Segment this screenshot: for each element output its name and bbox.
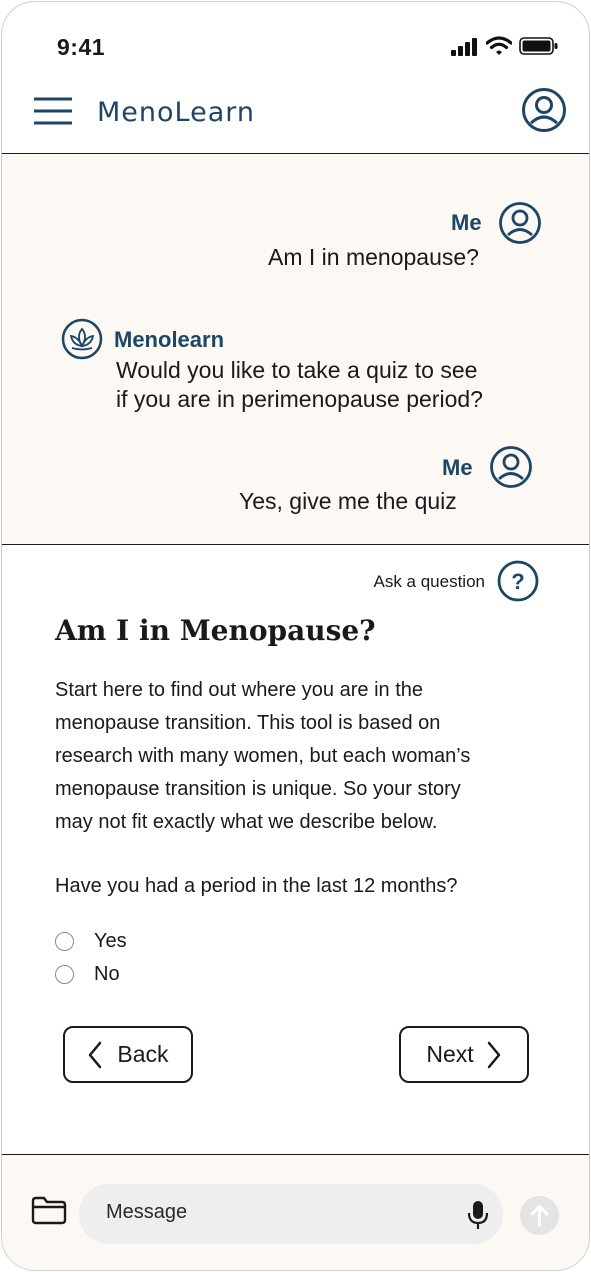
user-avatar-icon xyxy=(490,446,532,488)
ask-question-label[interactable]: Ask a question xyxy=(373,572,485,592)
radio-no[interactable] xyxy=(55,964,74,984)
user-avatar-icon xyxy=(499,202,541,244)
description-line: menopause transition. This tool is based… xyxy=(55,712,441,734)
status-icons xyxy=(451,36,561,58)
send-button[interactable] xyxy=(520,1196,559,1235)
quiz-description: Start here to find out where you are in … xyxy=(55,674,535,839)
chat-history: Me Am I in menopause? Menolearn Would yo… xyxy=(2,154,589,545)
attach-button[interactable] xyxy=(31,1195,67,1227)
status-bar: 9:41 xyxy=(2,2,589,82)
description-line: may not fit exactly what we describe bel… xyxy=(55,811,438,833)
phone-frame: 9:41 MenoLearn Me Am I in menopause? Men… xyxy=(1,1,590,1271)
option-label: No xyxy=(94,962,120,985)
message-input[interactable]: Message xyxy=(79,1184,503,1244)
option-label: Yes xyxy=(94,929,127,952)
folder-icon xyxy=(31,1196,67,1225)
quiz-panel: Ask a question ? Am I in Menopause? Star… xyxy=(2,546,589,1155)
chevron-right-icon xyxy=(487,1041,500,1068)
app-title: MenoLearn xyxy=(97,97,256,128)
message-sender: Menolearn xyxy=(114,327,225,352)
profile-button[interactable] xyxy=(521,87,567,133)
message-text-line-1: Would you like to take a quiz to see xyxy=(116,357,478,383)
message-sender: Me xyxy=(451,210,482,235)
microphone-icon xyxy=(467,1201,489,1229)
wifi-icon xyxy=(486,36,512,55)
chevron-left-icon xyxy=(89,1041,102,1068)
message-text-line-2: if you are in perimenopause period? xyxy=(116,386,483,412)
radio-yes[interactable] xyxy=(55,931,74,951)
quiz-question: Have you had a period in the last 12 mon… xyxy=(55,875,458,897)
back-label: Back xyxy=(117,1041,169,1067)
svg-text:?: ? xyxy=(511,569,524,594)
message-composer: Message xyxy=(2,1155,589,1270)
next-button[interactable]: Next xyxy=(399,1026,529,1083)
description-line: menopause transition is unique. So your … xyxy=(55,778,461,800)
microphone-button[interactable] xyxy=(467,1200,489,1230)
option-yes[interactable]: Yes xyxy=(55,928,127,954)
menu-icon xyxy=(34,97,72,125)
back-button[interactable]: Back xyxy=(63,1026,193,1083)
message-text: Am I in menopause? xyxy=(268,244,479,270)
help-icon: ? xyxy=(497,560,539,602)
battery-icon xyxy=(519,37,558,55)
description-line: Start here to find out where you are in … xyxy=(55,679,423,701)
message-text: Yes, give me the quiz xyxy=(239,488,457,514)
app-header: MenoLearn xyxy=(2,82,589,154)
next-label: Next xyxy=(426,1041,474,1067)
message-placeholder: Message xyxy=(106,1201,188,1223)
option-no[interactable]: No xyxy=(55,961,120,987)
send-arrow-icon xyxy=(530,1205,549,1227)
lotus-icon xyxy=(61,318,103,360)
ask-question-button[interactable]: ? xyxy=(497,560,539,602)
signal-icon xyxy=(451,38,477,56)
message-sender: Me xyxy=(442,455,473,480)
status-time: 9:41 xyxy=(57,34,106,60)
menu-button[interactable] xyxy=(33,96,73,128)
description-line: research with many women, but each woman… xyxy=(55,745,471,767)
profile-icon xyxy=(522,88,566,132)
quiz-title: Am I in Menopause? xyxy=(55,614,376,647)
